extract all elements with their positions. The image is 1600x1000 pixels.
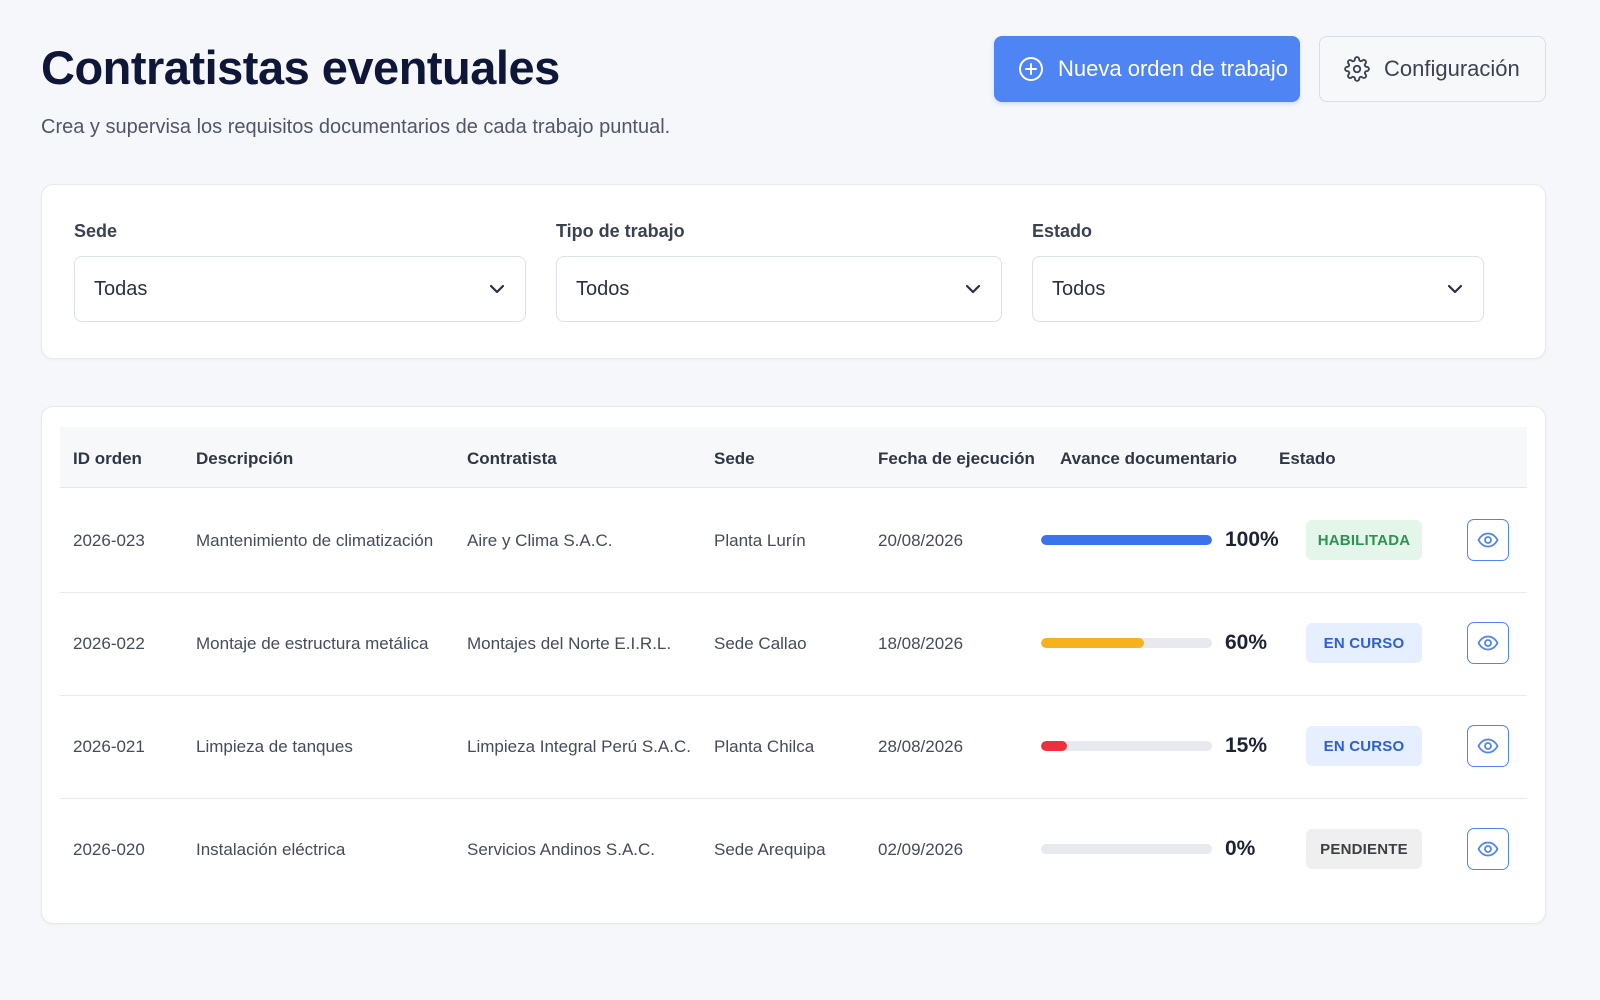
- order-site: Sede Callao: [714, 634, 807, 653]
- eye-icon: [1477, 841, 1499, 857]
- order-id: 2026-021: [73, 737, 145, 756]
- column-header: Sede: [714, 449, 755, 468]
- order-id: 2026-020: [73, 840, 145, 859]
- progress-bar: [1041, 535, 1212, 545]
- order-description: Montaje de estructura metálica: [196, 634, 429, 653]
- plus-circle-icon: [1019, 57, 1043, 81]
- page: Contratistas eventuales Crea y supervisa…: [0, 0, 1600, 1000]
- order-date: 20/08/2026: [878, 531, 964, 550]
- order-site: Planta Lurín: [714, 531, 806, 550]
- progress-bar: [1041, 638, 1212, 648]
- work-orders-table: ID orden Descripción Contratista Sede Fe…: [41, 406, 1546, 924]
- view-order-button[interactable]: [1467, 725, 1509, 767]
- order-site: Sede Arequipa: [714, 840, 826, 859]
- order-description: Instalación eléctrica: [196, 840, 346, 859]
- eye-icon: [1477, 532, 1499, 548]
- filter-tipo-label: Tipo de trabajo: [556, 221, 685, 241]
- filter-sede: Sede Todas: [74, 221, 526, 322]
- view-order-button[interactable]: [1467, 622, 1509, 664]
- order-contractor: Servicios Andinos S.A.C.: [467, 840, 656, 859]
- new-work-order-button[interactable]: Nueva orden de trabajo: [994, 36, 1300, 102]
- order-date: 02/09/2026: [878, 840, 964, 859]
- table-header: ID orden Descripción Contratista Sede Fe…: [60, 427, 1527, 488]
- order-contractor: Aire y Clima S.A.C.: [467, 531, 613, 550]
- chevron-down-icon: [965, 284, 981, 294]
- progress-bar-fill: [1041, 741, 1067, 751]
- filter-sede-value: Todas: [94, 277, 148, 300]
- progress-bar-fill: [1041, 638, 1144, 648]
- order-contractor: Montajes del Norte E.I.R.L.: [467, 634, 672, 653]
- filter-tipo: Tipo de trabajo Todos: [556, 221, 1002, 322]
- status-badge: EN CURSO: [1306, 726, 1422, 766]
- filter-sede-select[interactable]: Todas: [74, 256, 526, 322]
- progress-bar-fill: [1041, 535, 1212, 545]
- order-description: Mantenimiento de climatización: [196, 531, 434, 550]
- progress-percent: 60%: [1225, 631, 1268, 654]
- view-order-button[interactable]: [1467, 828, 1509, 870]
- table-row[interactable]: 2026-021 Limpieza de tanques Limpieza In…: [60, 694, 1527, 799]
- order-site: Planta Chilca: [714, 737, 815, 756]
- progress-percent: 100%: [1225, 528, 1279, 551]
- filter-estado-label: Estado: [1032, 221, 1093, 241]
- table-row[interactable]: 2026-023 Mantenimiento de climatización …: [60, 488, 1527, 593]
- column-header: ID orden: [73, 449, 142, 468]
- filter-estado-select[interactable]: Todos: [1032, 256, 1484, 322]
- column-header: Avance documentario: [1060, 449, 1237, 468]
- page-subtitle: Crea y supervisa los requisitos document…: [41, 116, 671, 138]
- progress-percent: 0%: [1225, 837, 1256, 860]
- status-badge: EN CURSO: [1306, 623, 1422, 663]
- table-row[interactable]: 2026-022 Montaje de estructura metálica …: [60, 591, 1527, 696]
- gear-icon: [1344, 56, 1370, 82]
- settings-label: Configuración: [1384, 56, 1520, 81]
- column-header: Fecha de ejecución: [878, 449, 1035, 468]
- settings-button[interactable]: Configuración: [1319, 36, 1546, 102]
- status-badge: PENDIENTE: [1306, 829, 1422, 869]
- eye-icon: [1477, 635, 1499, 651]
- filter-estado: Estado Todos: [1032, 221, 1484, 322]
- order-id: 2026-023: [73, 531, 145, 550]
- column-header: Estado: [1279, 449, 1336, 468]
- new-work-order-label: Nueva orden de trabajo: [1058, 56, 1288, 81]
- progress-percent: 15%: [1225, 734, 1268, 757]
- order-id: 2026-022: [73, 634, 145, 653]
- column-header: Descripción: [196, 449, 294, 468]
- order-date: 18/08/2026: [878, 634, 964, 653]
- page-header: Contratistas eventuales Crea y supervisa…: [41, 36, 1548, 146]
- filters-card: Sede Todas Tipo de trabajo Todos Estado …: [41, 184, 1546, 359]
- order-date: 28/08/2026: [878, 737, 964, 756]
- column-header: Contratista: [467, 449, 557, 468]
- filter-sede-label: Sede: [74, 221, 118, 241]
- filter-estado-value: Todos: [1052, 277, 1106, 300]
- order-description: Limpieza de tanques: [196, 737, 353, 756]
- chevron-down-icon: [1447, 284, 1463, 294]
- status-badge: HABILITADA: [1306, 520, 1422, 560]
- progress-bar: [1041, 741, 1212, 751]
- filter-tipo-select[interactable]: Todos: [556, 256, 1002, 322]
- view-order-button[interactable]: [1467, 519, 1509, 561]
- eye-icon: [1477, 738, 1499, 754]
- order-contractor: Limpieza Integral Perú S.A.C.: [467, 737, 691, 756]
- page-title: Contratistas eventuales: [41, 41, 560, 94]
- progress-bar: [1041, 844, 1212, 854]
- filter-tipo-value: Todos: [576, 277, 630, 300]
- chevron-down-icon: [489, 284, 505, 294]
- table-row[interactable]: 2026-020 Instalación eléctrica Servicios…: [60, 797, 1527, 902]
